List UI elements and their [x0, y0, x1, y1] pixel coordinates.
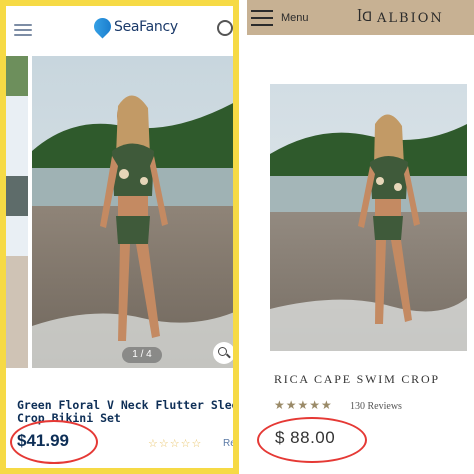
product-image[interactable]	[270, 84, 467, 351]
previous-product-image[interactable]	[6, 56, 28, 368]
seafancy-logo-icon	[90, 14, 115, 39]
zoom-icon[interactable]	[213, 342, 233, 364]
albion-header: Menu ꟾᗡ ALBION	[247, 0, 474, 35]
price-highlight-circle	[257, 417, 367, 463]
seafancy-header: SeaFancy	[6, 6, 233, 54]
image-pager: 1 / 4	[122, 347, 162, 363]
brand-name[interactable]: ALBION	[377, 11, 444, 26]
rating-stars[interactable]: ☆☆☆☆☆	[148, 437, 202, 450]
albion-product-panel: Menu ꟾᗡ ALBION RICA CAPE SWIM CROP ★★★★★…	[247, 0, 474, 474]
hamburger-menu-icon[interactable]	[14, 24, 32, 36]
reviews-count[interactable]: 130 Reviews	[350, 401, 402, 412]
seafancy-product-panel: SeaFancy 1 / 4 Green Floral V Neck Flutt…	[0, 0, 239, 474]
reviews-link[interactable]: Re	[223, 438, 233, 449]
hamburger-menu-icon[interactable]	[251, 10, 273, 26]
comparison-screenshot: SeaFancy 1 / 4 Green Floral V Neck Flutt…	[0, 0, 474, 474]
price-highlight-circle	[10, 420, 98, 464]
product-image[interactable]	[32, 56, 233, 368]
search-icon[interactable]	[217, 20, 233, 36]
rating-stars[interactable]: ★★★★★	[274, 398, 333, 412]
seafancy-logo[interactable]: SeaFancy	[90, 14, 178, 39]
albion-logo-icon: ꟾᗡ	[357, 10, 373, 25]
product-title[interactable]: RICA CAPE SWIM CROP	[274, 372, 440, 387]
menu-label[interactable]: Menu	[281, 12, 309, 24]
brand-name: SeaFancy	[114, 18, 178, 35]
